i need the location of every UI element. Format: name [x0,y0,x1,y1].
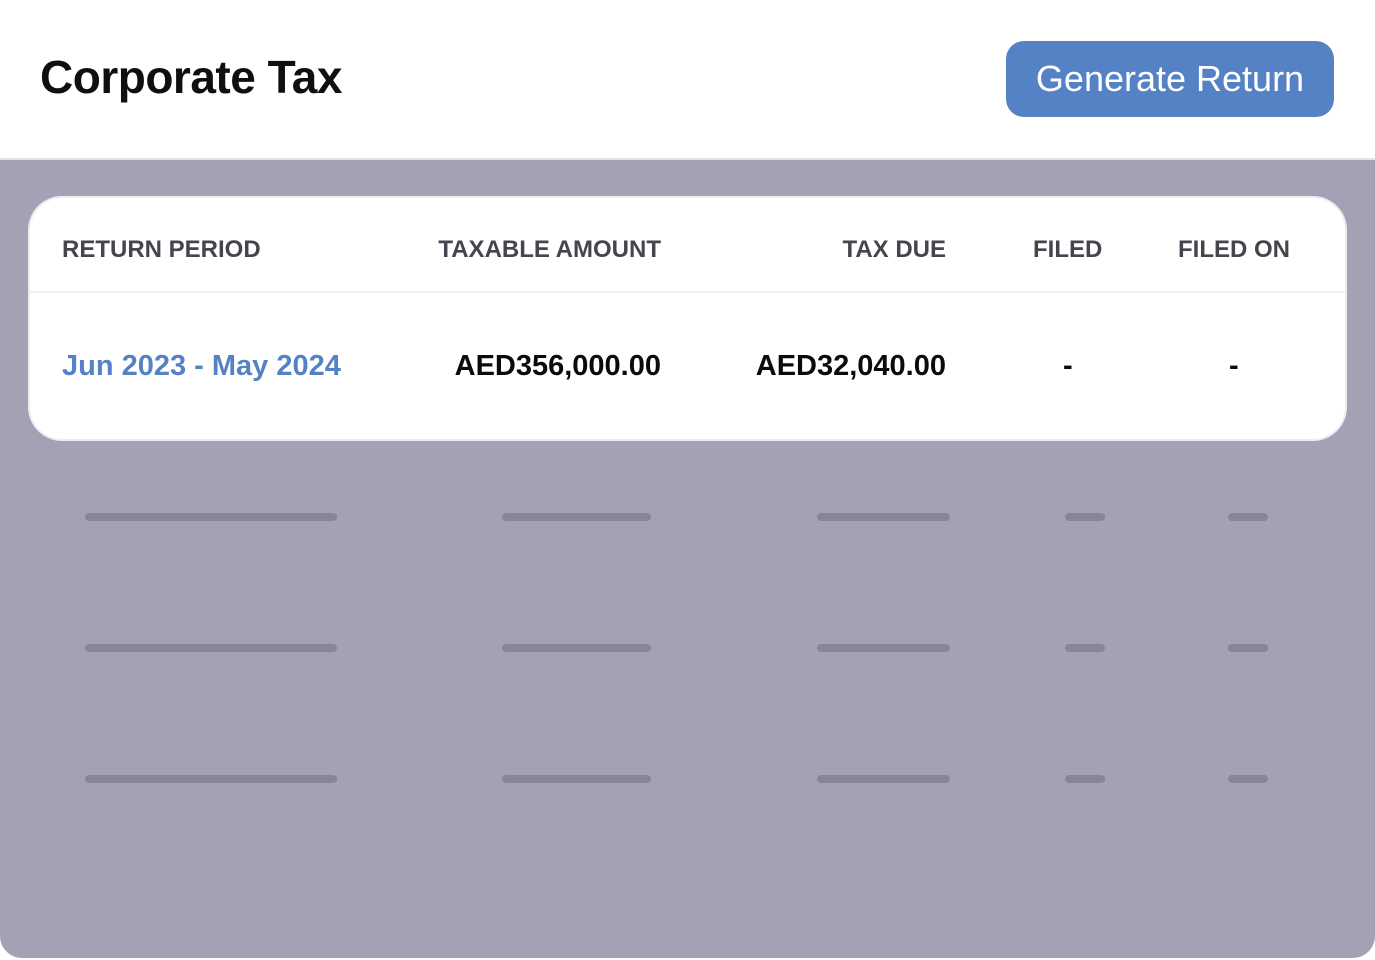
column-header-taxable-amount: TAXABLE AMOUNT [438,236,661,263]
column-header-return-period: RETURN PERIOD [62,236,261,263]
placeholder-bar [85,513,337,521]
placeholder-bar [1228,644,1268,652]
column-header-filed: FILED [1033,236,1103,263]
placeholder-bar [817,513,950,521]
placeholder-bar [1065,513,1105,521]
placeholder-bar [1228,775,1268,783]
placeholder-bar [85,775,337,783]
placeholder-bar [502,644,651,652]
placeholder-bar [502,513,651,521]
placeholder-bar [1065,644,1105,652]
column-header-tax-due: TAX DUE [842,236,946,263]
placeholder-bar [1228,513,1268,521]
placeholder-bar [85,644,337,652]
placeholder-bar [817,775,950,783]
tax-due-cell: AED32,040.00 [755,350,946,382]
table-header: RETURN PERIOD TAXABLE AMOUNT TAX DUE FIL… [30,198,1345,293]
returns-table: RETURN PERIOD TAXABLE AMOUNT TAX DUE FIL… [30,198,1345,439]
generate-return-button[interactable]: Generate Return [1006,41,1334,117]
page-header: Corporate Tax Generate Return [0,0,1375,158]
filed-cell: - [1063,350,1073,382]
filed-on-cell: - [1229,350,1239,382]
taxable-amount-cell: AED356,000.00 [454,350,661,382]
return-period-link[interactable]: Jun 2023 - May 2024 [62,350,341,383]
placeholder-bar [502,775,651,783]
placeholder-bar [817,644,950,652]
placeholder-bar [1065,775,1105,783]
page-title: Corporate Tax [40,51,342,103]
column-header-filed-on: FILED ON [1178,236,1290,263]
